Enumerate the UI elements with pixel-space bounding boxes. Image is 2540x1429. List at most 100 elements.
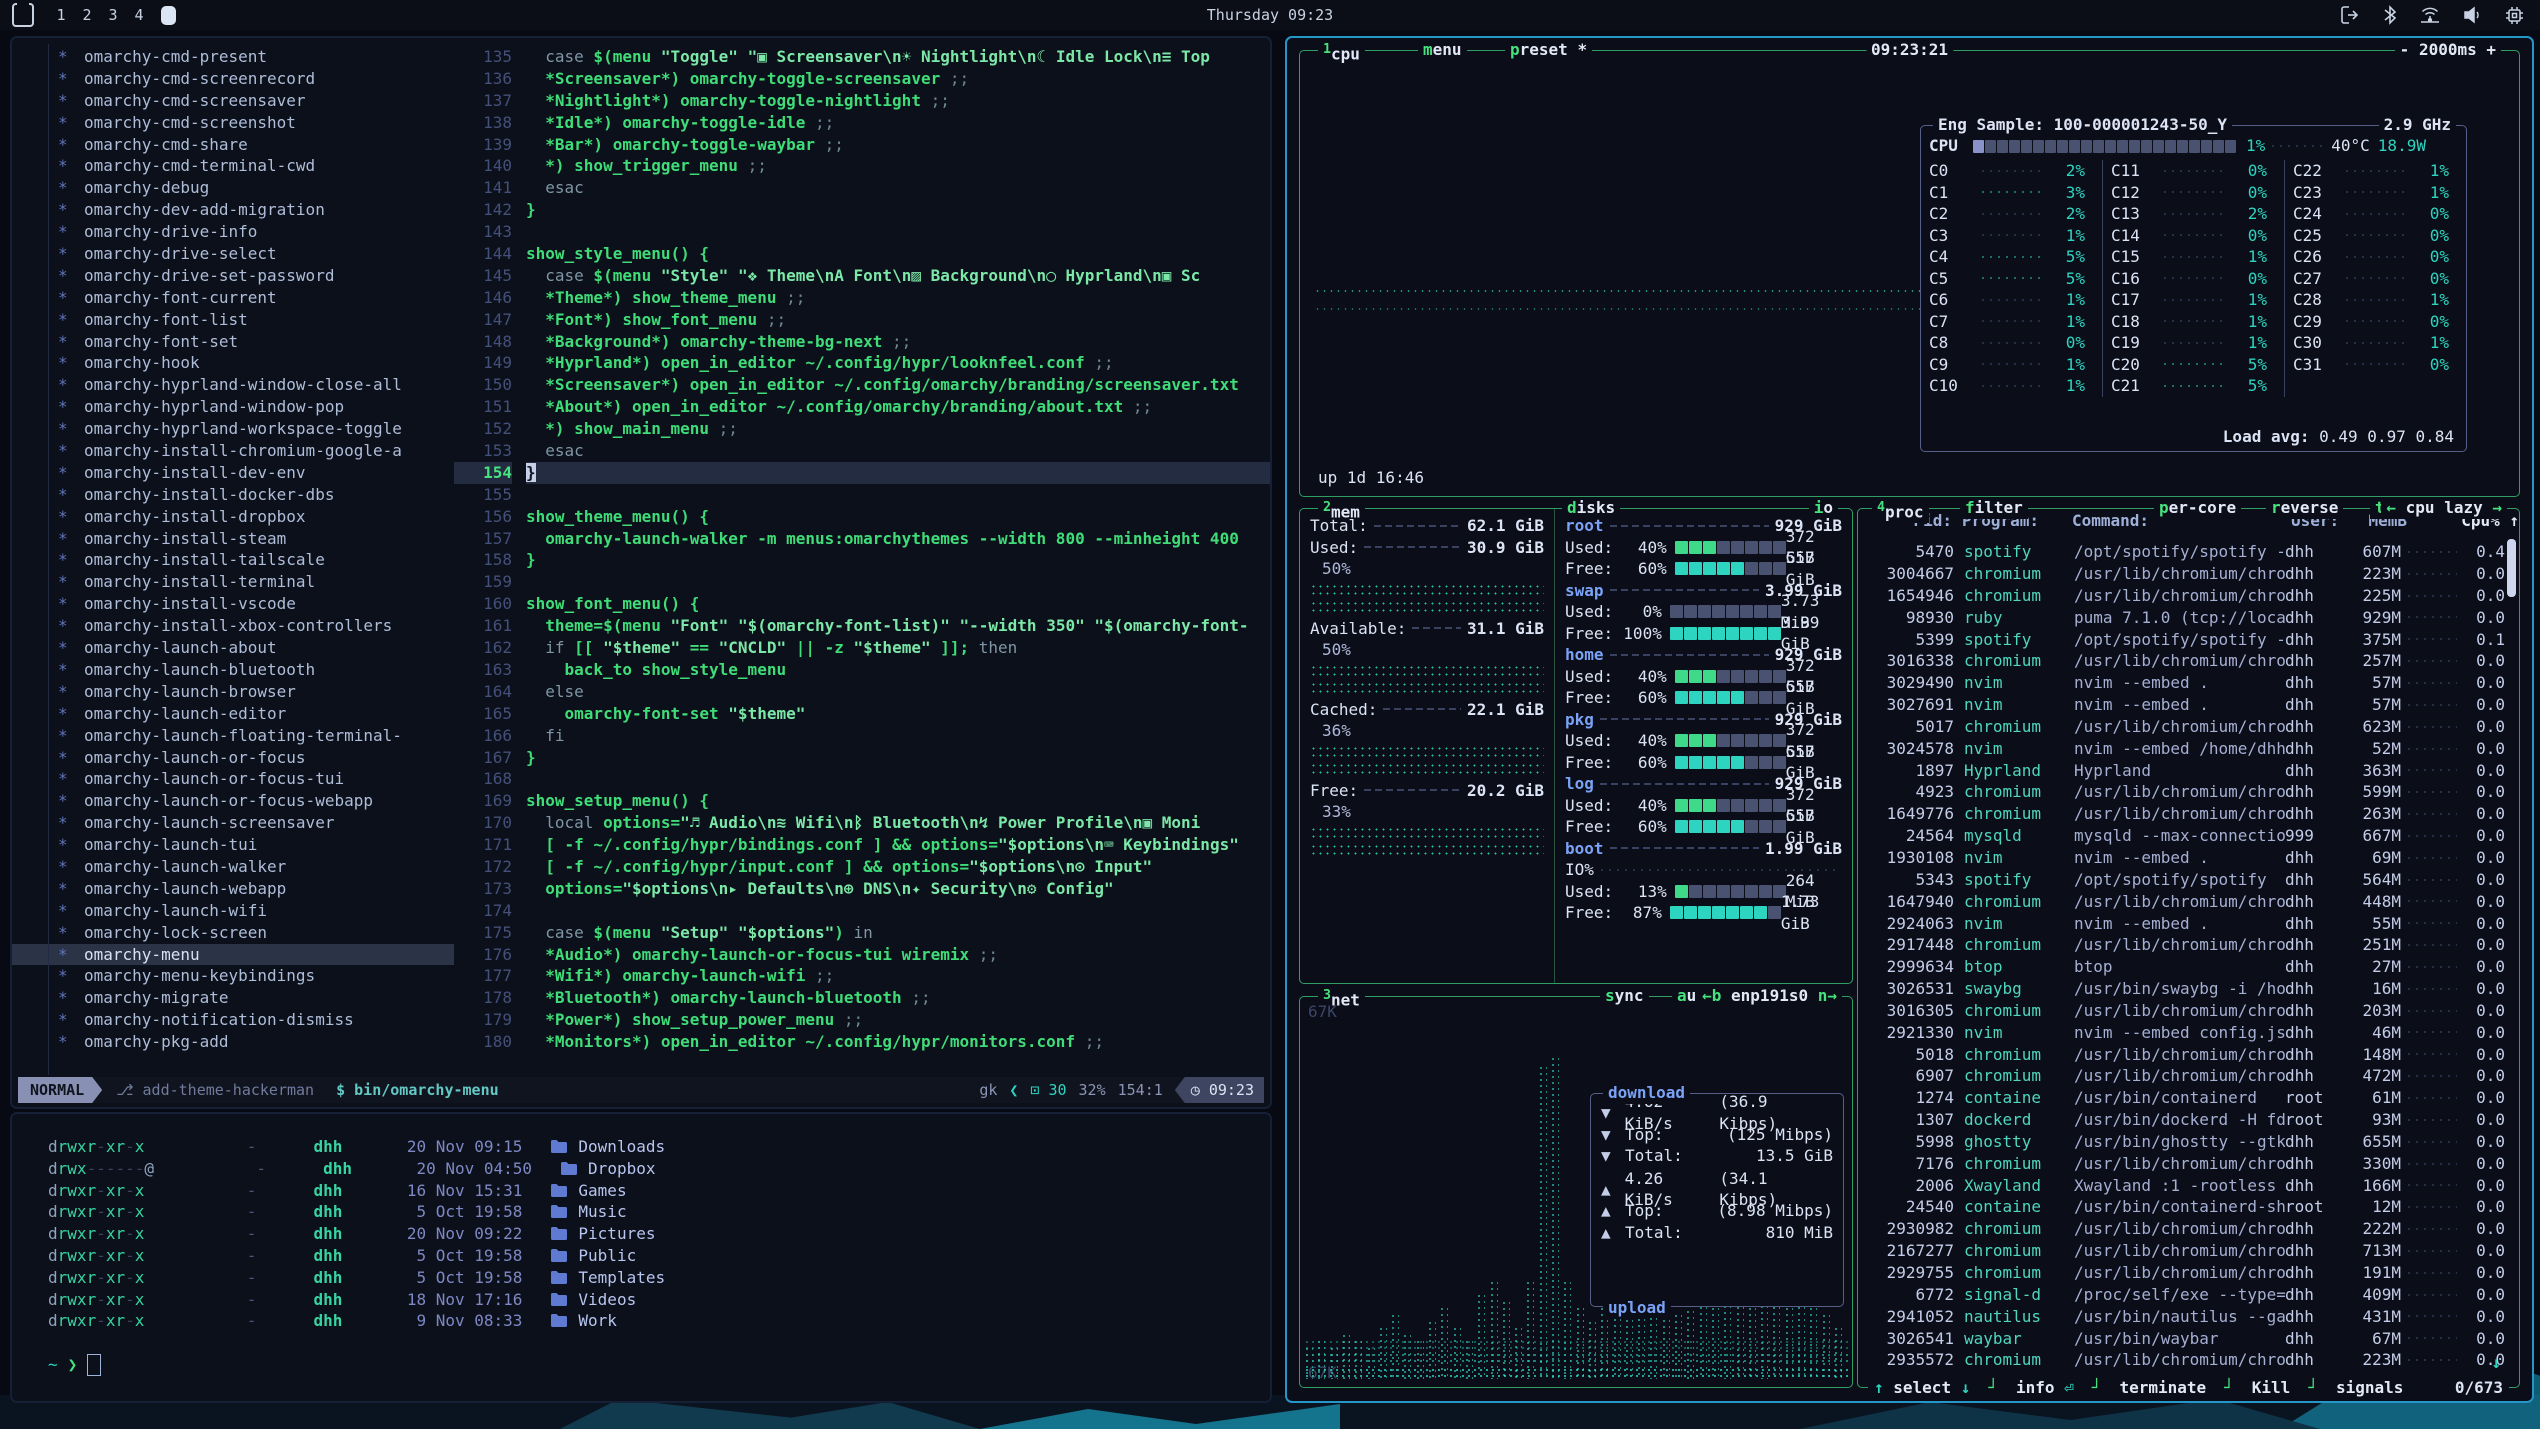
process-row[interactable]: 7176chromium/usr/lib/chromium/chromdhh33…	[1860, 1153, 2505, 1175]
file-tree-item[interactable]: *omarchy-install-tailscale	[12, 549, 454, 571]
proc-action-kill[interactable]: Kill	[2252, 1377, 2291, 1399]
logout-icon[interactable]	[2341, 6, 2361, 24]
file-tree-item[interactable]: *omarchy-dev-add-migration	[12, 199, 454, 221]
file-tree-item[interactable]: *omarchy-font-list	[12, 309, 454, 331]
file-tree-item[interactable]: *omarchy-cmd-terminal-cwd	[12, 155, 454, 177]
process-row[interactable]: 2167277chromium/usr/lib/chromium/chromdh…	[1860, 1240, 2505, 1262]
per-core-button[interactable]: per-core	[2154, 497, 2241, 519]
process-row[interactable]: 2929755chromium/usr/lib/chromium/chromdh…	[1860, 1262, 2505, 1284]
process-row[interactable]: 5998ghostty/usr/bin/ghostty --gtk-dhh655…	[1860, 1131, 2505, 1153]
process-row[interactable]: 5399spotify/opt/spotify/spotify --dhh375…	[1860, 628, 2505, 650]
process-row[interactable]: 3024578nvimnvim --embed /home/dhh/dhh52M…	[1860, 738, 2505, 760]
process-row[interactable]: 3016338chromium/usr/lib/chromium/chromdh…	[1860, 650, 2505, 672]
process-row[interactable]: 1897HyprlandHyprlanddhh363M0.0	[1860, 759, 2505, 781]
file-tree-item[interactable]: *omarchy-launch-about	[12, 637, 454, 659]
cpu-icon[interactable]	[2505, 6, 2524, 25]
file-tree-item[interactable]: *omarchy-launch-bluetooth	[12, 659, 454, 681]
process-row[interactable]: 3027691nvimnvim --embed .dhh57M0.0	[1860, 694, 2505, 716]
file-tree-item[interactable]: *omarchy-install-xbox-controllers	[12, 615, 454, 637]
process-row[interactable]: 5470spotify/opt/spotify/spotify --dhh607…	[1860, 541, 2505, 563]
process-row[interactable]: 3004667chromium/usr/lib/chromium/chromdh…	[1860, 563, 2505, 585]
file-tree-item[interactable]: *omarchy-launch-or-focus-tui	[12, 768, 454, 790]
process-row[interactable]: 1930108nvimnvim --embed .dhh69M0.0	[1860, 847, 2505, 869]
process-row[interactable]: 6772signal-d/proc/self/exe --type=rdhh40…	[1860, 1284, 2505, 1306]
file-tree-item[interactable]: *omarchy-notification-dismiss	[12, 1009, 454, 1031]
file-tree-item[interactable]: *omarchy-launch-wifi	[12, 900, 454, 922]
file-tree-item[interactable]: *omarchy-install-terminal	[12, 571, 454, 593]
file-tree-item[interactable]: *omarchy-cmd-screensaver	[12, 90, 454, 112]
filter-button[interactable]: filter	[1960, 497, 2028, 519]
file-tree-item[interactable]: *omarchy-hyprland-window-close-all	[12, 374, 454, 396]
process-row[interactable]: 98930rubypuma 7.1.0 (tcp://localdhh929M0…	[1860, 607, 2505, 629]
process-row[interactable]: 1307dockerd/usr/bin/dockerd -H fd:root93…	[1860, 1109, 2505, 1131]
file-tree-item[interactable]: *omarchy-launch-or-focus-webapp	[12, 790, 454, 812]
proc-box-title[interactable]: 4proc	[1872, 497, 1929, 523]
file-tree-item[interactable]: *omarchy-launch-webapp	[12, 878, 454, 900]
process-row[interactable]: 6907chromium/usr/lib/chromium/chromdhh47…	[1860, 1065, 2505, 1087]
file-tree-item[interactable]: *omarchy-lock-screen	[12, 922, 454, 944]
process-row[interactable]: 2935572chromium/usr/lib/chromium/chromdh…	[1860, 1349, 2505, 1371]
file-tree-item[interactable]: *omarchy-install-dropbox	[12, 506, 454, 528]
process-row[interactable]: 5017chromium/usr/lib/chromium/chromdhh62…	[1860, 716, 2505, 738]
file-tree-item[interactable]: *omarchy-install-dev-env	[12, 462, 454, 484]
file-tree-item[interactable]: *omarchy-hyprland-window-pop	[12, 396, 454, 418]
process-row[interactable]: 1647940chromium/usr/lib/chromium/chromdh…	[1860, 891, 2505, 913]
process-row[interactable]: 2921330nvimnvim --embed config.jsodhh46M…	[1860, 1022, 2505, 1044]
file-tree-item[interactable]: *omarchy-debug	[12, 177, 454, 199]
process-row[interactable]: 1274containe/usr/bin/containerdroot61M0.…	[1860, 1087, 2505, 1109]
shell-prompt[interactable]: ~❯	[48, 1354, 1270, 1376]
file-tree-item[interactable]: *omarchy-drive-select	[12, 243, 454, 265]
scroll-down-icon[interactable]: ↓	[2491, 1352, 2501, 1374]
file-tree-item[interactable]: *omarchy-menu-keybindings	[12, 965, 454, 987]
menu-button[interactable]: menu	[1418, 39, 1467, 61]
process-row[interactable]: 4923chromium/usr/lib/chromium/chromdhh59…	[1860, 781, 2505, 803]
process-row[interactable]: 1649776chromium/usr/lib/chromium/chromdh…	[1860, 803, 2505, 825]
file-tree-item[interactable]: *omarchy-drive-info	[12, 221, 454, 243]
file-tree-item[interactable]: *omarchy-launch-or-focus	[12, 747, 454, 769]
file-tree-item[interactable]: *omarchy-font-set	[12, 331, 454, 353]
file-tree-item[interactable]: *omarchy-launch-browser	[12, 681, 454, 703]
file-tree-item[interactable]: *omarchy-launch-walker	[12, 856, 454, 878]
process-row[interactable]: 2006XwaylandXwayland :1 -rootless -dhh16…	[1860, 1174, 2505, 1196]
sort-selector[interactable]: ← cpu lazy →	[2381, 497, 2507, 519]
file-tree-item[interactable]: *omarchy-menu	[12, 944, 454, 966]
file-tree-item[interactable]: *omarchy-hook	[12, 352, 454, 374]
proc-action-terminate[interactable]: terminate	[2119, 1377, 2206, 1399]
process-row[interactable]: 2941052nautilus/usr/bin/nautilus --gapdh…	[1860, 1306, 2505, 1328]
file-tree-item[interactable]: *omarchy-install-chromium-google-a	[12, 440, 454, 462]
file-tree-item[interactable]: *omarchy-launch-editor	[12, 703, 454, 725]
process-row[interactable]: 3026531swaybg/usr/bin/swaybg -i /homdhh1…	[1860, 978, 2505, 1000]
net-interface[interactable]: ←b enp191s0 n→	[1697, 985, 1842, 1007]
file-tree-item[interactable]: *omarchy-launch-tui	[12, 834, 454, 856]
file-tree-item[interactable]: *omarchy-cmd-share	[12, 134, 454, 156]
file-tree-item[interactable]: *omarchy-cmd-screenrecord	[12, 68, 454, 90]
file-tree-item[interactable]: *omarchy-install-steam	[12, 528, 454, 550]
process-row[interactable]: 24540containe/usr/bin/containerd-shiroot…	[1860, 1196, 2505, 1218]
file-tree-item[interactable]: *omarchy-drive-set-password	[12, 265, 454, 287]
file-tree-item[interactable]: *omarchy-hyprland-workspace-toggle	[12, 418, 454, 440]
process-row[interactable]: 2930982chromium/usr/lib/chromium/chromdh…	[1860, 1218, 2505, 1240]
file-tree-item[interactable]: *omarchy-pkg-add	[12, 1031, 454, 1053]
proc-action-info[interactable]: info ⏎	[2016, 1377, 2074, 1399]
process-row[interactable]: 1654946chromium/usr/lib/chromium/chromdh…	[1860, 585, 2505, 607]
code-pane[interactable]: case $(menu "Toggle" "▣ Screensaver\n☀ N…	[512, 44, 1270, 1075]
process-row[interactable]: 3029490nvimnvim --embed .dhh57M0.0	[1860, 672, 2505, 694]
cpu-box-title[interactable]: 1cpu	[1318, 39, 1365, 65]
file-tree-item[interactable]: *omarchy-cmd-present	[12, 46, 454, 68]
bluetooth-icon[interactable]	[2383, 5, 2397, 25]
proc-action-signals[interactable]: signals	[2336, 1377, 2403, 1399]
scrollbar-thumb[interactable]	[2507, 539, 2516, 597]
proc-action-select[interactable]: ↑ select ↓	[1874, 1377, 1970, 1399]
file-tree-item[interactable]: *omarchy-install-vscode	[12, 593, 454, 615]
process-row[interactable]: 2999634btopbtopdhh27M0.0	[1860, 956, 2505, 978]
process-row[interactable]: 2924063nvimnvim --embed .dhh55M0.0	[1860, 912, 2505, 934]
process-row[interactable]: 3026541waybar/usr/bin/waybardhh67M0.0	[1860, 1327, 2505, 1349]
process-row[interactable]: 2917448chromium/usr/lib/chromium/chromdh…	[1860, 934, 2505, 956]
file-tree-item[interactable]: *omarchy-install-docker-dbs	[12, 484, 454, 506]
file-tree-item[interactable]: *omarchy-font-current	[12, 287, 454, 309]
preset-button[interactable]: preset *	[1505, 39, 1592, 61]
process-row[interactable]: 24564mysqldmysqld --max-connection999667…	[1860, 825, 2505, 847]
file-tree-item[interactable]: *omarchy-launch-floating-terminal-	[12, 725, 454, 747]
process-row[interactable]: 5018chromium/usr/lib/chromium/chromdhh14…	[1860, 1043, 2505, 1065]
process-row[interactable]: 3016305chromium/usr/lib/chromium/chromdh…	[1860, 1000, 2505, 1022]
